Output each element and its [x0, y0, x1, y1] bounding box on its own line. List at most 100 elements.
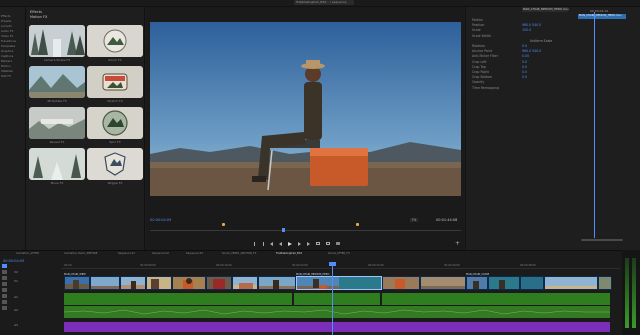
- sidebar-item[interactable]: Text FX: [1, 74, 25, 79]
- timeline-playhead[interactable]: [332, 262, 333, 335]
- effect-controls-clip-tab[interactable]: MAN_CHAIR_MEDIUM_HERO.mov: [522, 7, 569, 12]
- video-clip[interactable]: [488, 276, 520, 290]
- timeline-sequence-tab[interactable]: Sequence 03: [186, 252, 203, 255]
- ripple-edit-icon[interactable]: [2, 276, 7, 280]
- video-clip[interactable]: [382, 276, 420, 290]
- thumb-zoom[interactable]: [87, 25, 143, 57]
- track-header[interactable]: V2: [14, 270, 62, 274]
- video-clip[interactable]: [90, 276, 120, 290]
- thumb-spin[interactable]: [87, 107, 143, 139]
- effect-property-value[interactable]: 0.00: [522, 54, 529, 58]
- audio-clip[interactable]: [382, 293, 610, 305]
- sidebar-list: Effects Presets Lumetri Audio FX Video FX Tra…: [1, 14, 25, 79]
- monitor-in-marker[interactable]: [222, 223, 225, 226]
- hand-tool-icon[interactable]: [2, 300, 7, 304]
- pen-tool-icon[interactable]: [2, 294, 7, 298]
- ruler-tick-label: 00:00: [64, 264, 72, 267]
- ruler-tick-label: 00:00:16:00: [216, 264, 232, 267]
- video-clip[interactable]: [466, 276, 488, 290]
- timeline-sequence-tab[interactable]: Sequence 01: [118, 252, 135, 255]
- effects-folder[interactable]: Motion FX: [30, 15, 47, 19]
- effects-breadcrumb[interactable]: Effects: [30, 10, 42, 14]
- slip-tool-icon[interactable]: [2, 288, 7, 292]
- video-clip[interactable]: [598, 276, 612, 290]
- video-clip[interactable]: [206, 276, 232, 290]
- audio-meters: [622, 250, 640, 335]
- lift-icon[interactable]: [316, 242, 320, 245]
- video-clip[interactable]: [520, 276, 544, 290]
- effect-property-value[interactable]: 0.0: [522, 60, 527, 64]
- video-clip[interactable]: [232, 276, 258, 290]
- video-clip-selected[interactable]: [296, 276, 382, 290]
- mark-in-icon[interactable]: [254, 241, 256, 246]
- audio-clip[interactable]: [294, 293, 380, 305]
- effect-property-value[interactable]: 960.0 540.0: [522, 49, 541, 53]
- type-tool-icon[interactable]: [2, 306, 7, 310]
- effect-controls-zoom-bar[interactable]: [581, 239, 623, 241]
- video-clip[interactable]: [544, 276, 598, 290]
- effect-property-label: Rotation: [472, 44, 486, 48]
- thumb-label: Move FX: [50, 181, 64, 185]
- track-header[interactable]: A2: [14, 308, 62, 312]
- effect-controls-playhead[interactable]: [594, 12, 595, 238]
- effect-property-value[interactable]: 0.0: [522, 70, 527, 74]
- effect-property-value[interactable]: 0.0: [522, 75, 527, 79]
- thumb-move[interactable]: [29, 148, 85, 180]
- audio-clip[interactable]: [64, 293, 292, 305]
- program-video-frame[interactable]: [150, 22, 461, 196]
- monitor-timecode[interactable]: 00:00:04:09: [150, 218, 171, 222]
- timeline-sequence-tab[interactable]: Trailblazingtrail_Edit: [276, 252, 302, 255]
- track-header[interactable]: A1: [14, 295, 62, 299]
- clip-thumbnail: [545, 277, 597, 289]
- add-button-icon[interactable]: +: [455, 240, 460, 247]
- thumb-3d-rotate[interactable]: [29, 66, 85, 98]
- track-select-icon[interactable]: [2, 270, 7, 274]
- video-clip[interactable]: [420, 276, 466, 290]
- go-to-in-icon[interactable]: [270, 241, 273, 246]
- timeline-sequence-tab[interactable]: Animation Demo_BEFORE: [64, 252, 97, 255]
- video-clip[interactable]: [64, 276, 90, 290]
- razor-tool-icon[interactable]: [2, 282, 7, 286]
- timeline-sequence-tab[interactable]: Animation_AFTER: [16, 252, 39, 255]
- monitor-fit-dropdown[interactable]: Fit: [410, 218, 419, 222]
- clip-label: MAN_CHAIR_CLOSE: [466, 273, 490, 276]
- monitor-playhead[interactable]: [282, 228, 285, 232]
- effect-property-value[interactable]: 100.0: [522, 28, 531, 32]
- thumb-wiggle[interactable]: [87, 148, 143, 180]
- track-header[interactable]: A3: [14, 323, 62, 327]
- export-frame-icon[interactable]: [336, 242, 340, 245]
- effect-property-value[interactable]: Uniform Scale: [530, 39, 552, 43]
- video-clip[interactable]: [120, 276, 146, 290]
- monitor-out-marker[interactable]: [356, 223, 359, 226]
- thumb-camera-shake[interactable]: [29, 25, 85, 57]
- audio-meter-right: [632, 258, 636, 328]
- clip-thumbnail: [259, 277, 295, 289]
- step-back-icon[interactable]: [279, 241, 282, 246]
- effect-controls-clip-bar[interactable]: MAN_CHAIR_MEDIUM_HERO.mov: [578, 14, 626, 19]
- thumb-reveal[interactable]: [29, 107, 85, 139]
- mark-out-icon[interactable]: [262, 241, 264, 246]
- thumb-stretch[interactable]: [87, 66, 143, 98]
- music-clip[interactable]: [64, 322, 296, 332]
- video-clip[interactable]: [146, 276, 172, 290]
- timeline-playhead-head[interactable]: [329, 262, 336, 266]
- extract-icon[interactable]: [326, 242, 330, 245]
- effect-property-value[interactable]: 0.0: [522, 44, 527, 48]
- video-clip[interactable]: [172, 276, 206, 290]
- timeline-sequence-tab[interactable]: Social_AFTER_FX: [328, 252, 350, 255]
- track-header[interactable]: V1: [14, 279, 62, 283]
- go-to-out-icon[interactable]: [307, 241, 310, 246]
- effect-property-value[interactable]: 960.0 540.0: [522, 23, 541, 27]
- music-clip[interactable]: [296, 322, 610, 332]
- selection-tool-icon[interactable]: [2, 264, 7, 268]
- timeline-sequence-tab[interactable]: Sequence 02: [152, 252, 169, 255]
- effect-property-label: Crop Top: [472, 64, 486, 69]
- monitor-scrubber[interactable]: [150, 230, 461, 231]
- video-clip[interactable]: [258, 276, 296, 290]
- play-icon[interactable]: [288, 241, 292, 246]
- sequence-chip-label: Trailblazingtrail_Edit... / sequence: [296, 0, 347, 4]
- effect-property-value[interactable]: 0.0: [522, 65, 527, 69]
- sequence-chip[interactable]: Trailblazingtrail_Edit... / sequence: [294, 0, 354, 5]
- timeline-sequence-tab[interactable]: Social_VIDEO_ANCHOR_FX: [222, 252, 256, 255]
- step-forward-icon[interactable]: [298, 241, 301, 246]
